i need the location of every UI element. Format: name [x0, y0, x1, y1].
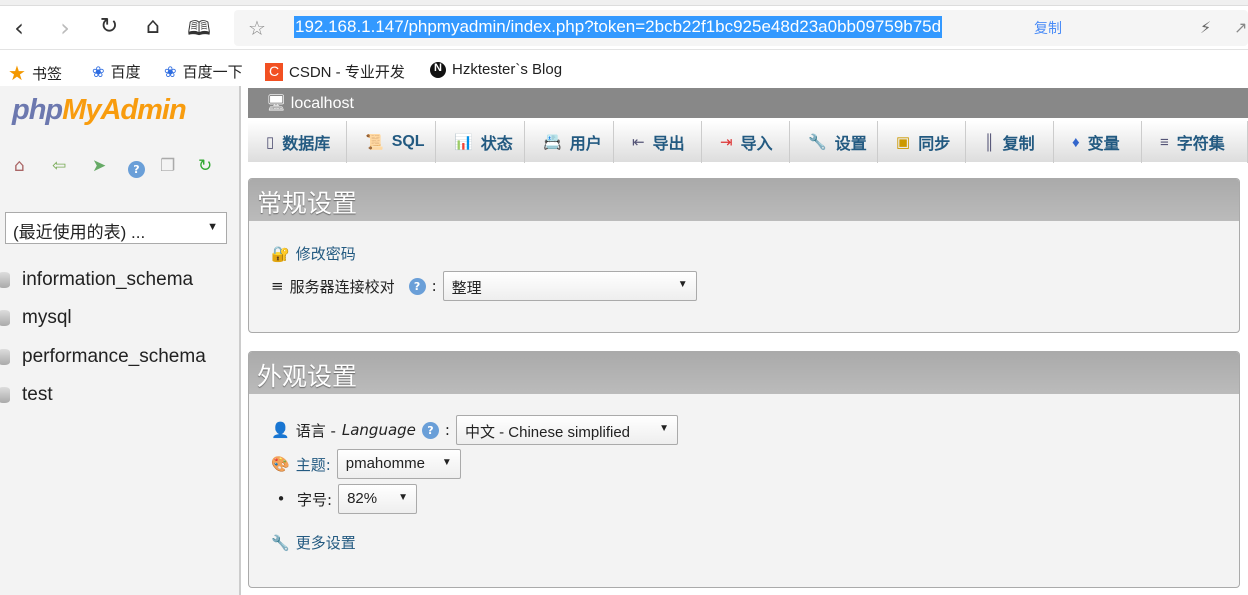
back-icon[interactable]: ‹	[4, 14, 34, 42]
navigation-sidebar: phpMyAdmin ⌂ ⇦ ➤ ? ❐ ↻ (最近使用的表) ... ▼ inf…	[0, 86, 241, 595]
more-settings-row: 🔧 更多设置	[271, 532, 356, 553]
replication-icon: ║	[984, 133, 995, 151]
tab-export[interactable]: ⇤ 导出	[614, 121, 702, 163]
star-icon: ★	[8, 63, 26, 85]
database-icon	[0, 349, 10, 365]
home-icon[interactable]: ⌂	[14, 156, 25, 176]
bookmark-item[interactable]: ★ 书签	[8, 61, 62, 86]
import-icon: ⇥	[720, 134, 733, 151]
server-breadcrumb: 🖥 localhost	[248, 88, 1248, 118]
recent-tables-select[interactable]: (最近使用的表) ... ▼	[5, 212, 227, 244]
general-settings-panel: 常规设置 🔐 修改密码 ≡ 服务器连接校对?: 整理 ▼	[248, 178, 1240, 333]
more-settings-link[interactable]: 更多设置	[296, 532, 356, 553]
change-password-row: 🔐 修改密码	[271, 243, 356, 264]
panel-title: 外观设置	[249, 352, 1239, 394]
tab-settings[interactable]: 🔧 设置	[790, 121, 878, 163]
database-icon: ▯	[266, 134, 275, 151]
wrench-icon: 🔧	[271, 533, 290, 552]
chevron-down-icon: ▼	[441, 457, 452, 468]
tab-sql[interactable]: 📜 SQL	[347, 121, 436, 163]
browser-toolbar: ‹ › ↻ ⌂ 🕮 ☆ 192.168.1.147/phpmyadmin/ind…	[0, 6, 1248, 50]
sql-icon: 📜	[365, 134, 384, 151]
password-icon: 🔐	[271, 244, 290, 263]
chevron-down-icon: ▼	[207, 221, 218, 233]
home-icon[interactable]: ⌂	[138, 14, 168, 39]
copy-url-button[interactable]: 复制	[1034, 18, 1062, 38]
help-icon[interactable]: ?	[421, 421, 439, 439]
collation-row: ≡ 服务器连接校对?: 整理 ▼	[271, 271, 697, 301]
tab-status[interactable]: 📊 状态	[436, 121, 525, 163]
collation-select[interactable]: 整理 ▼	[442, 271, 697, 301]
bookmarks-bar: ★ 书签 ❀ 百度 ❀ 百度一下 C CSDN - 专业开发 N Hzktester`s …	[0, 52, 1248, 86]
query-window-icon[interactable]: ➤	[92, 156, 106, 176]
font-size-row: • 字号: 82% ▼	[271, 484, 418, 514]
phpmyadmin-logo[interactable]: phpMyAdmin	[12, 94, 187, 127]
wrench-icon: 🔧	[808, 134, 827, 151]
bookmark-item[interactable]: ❀ 百度一下	[164, 61, 243, 82]
database-item[interactable]: performance_schema	[0, 346, 206, 368]
help-icon[interactable]: ?	[128, 158, 145, 178]
users-icon: 📇	[543, 134, 562, 151]
help-icon[interactable]: ?	[408, 277, 426, 295]
server-icon: 🖥	[266, 95, 291, 112]
tab-replication[interactable]: ║ 复制	[966, 121, 1054, 163]
change-password-link[interactable]: 修改密码	[296, 243, 356, 264]
chevron-down-icon: ▼	[398, 492, 409, 503]
url-text[interactable]: 192.168.1.147/phpmyadmin/index.php?token…	[294, 16, 943, 38]
bookmark-item[interactable]: N Hzktester`s Blog	[430, 61, 562, 78]
tab-charsets[interactable]: ≡ 字符集	[1142, 121, 1248, 163]
csdn-icon: C	[265, 62, 283, 81]
font-size-select[interactable]: 82% ▼	[338, 484, 418, 514]
forward-icon[interactable]: ›	[50, 14, 80, 42]
database-item[interactable]: information_schema	[0, 269, 193, 291]
reload-nav-icon[interactable]: ↻	[198, 156, 212, 176]
baidu-paw-icon: ❀	[92, 63, 105, 81]
language-icon: 👤	[271, 421, 290, 439]
lightning-icon[interactable]: ⚡	[1200, 18, 1211, 37]
language-select[interactable]: 中文 - Chinese simplified ▼	[455, 415, 678, 445]
database-icon	[0, 272, 10, 288]
baidu-paw-icon: ❀	[164, 63, 177, 81]
palette-icon: 🎨	[271, 455, 290, 473]
reload-icon[interactable]: ↻	[94, 14, 124, 39]
status-icon: 📊	[454, 134, 473, 151]
server-link[interactable]: localhost	[291, 95, 354, 112]
theme-select[interactable]: pmahomme ▼	[336, 449, 461, 479]
language-row: 👤 语言 - Language?: 中文 - Chinese simplified ▼	[271, 415, 678, 445]
database-icon	[0, 387, 10, 403]
tab-variables[interactable]: ♦ 变量	[1054, 121, 1142, 163]
list-icon: ≡	[271, 277, 284, 295]
theme-row: 🎨 主题: pmahomme ▼	[271, 449, 461, 479]
chevron-down-icon: ▼	[659, 423, 669, 434]
docs-icon[interactable]: ❐	[160, 156, 175, 176]
export-icon: ⇤	[632, 134, 645, 151]
charset-icon: ≡	[1160, 133, 1169, 151]
main-tabs: ▯ 数据库 📜 SQL 📊 状态 📇 用户 ⇤ 导出 ⇥ 导入 🔧 设置 ▣ 同步 ║ 复制 ♦ 变…	[248, 120, 1248, 163]
reading-mode-icon[interactable]: 🕮	[184, 14, 214, 48]
database-item[interactable]: mysql	[0, 307, 72, 329]
tab-databases[interactable]: ▯ 数据库	[248, 121, 347, 163]
sync-icon: ▣	[896, 134, 911, 151]
appearance-settings-panel: 外观设置 👤 语言 - Language?: 中文 - Chinese simpli…	[248, 351, 1240, 588]
tab-sync[interactable]: ▣ 同步	[878, 121, 966, 163]
bookmark-item[interactable]: ❀ 百度	[92, 61, 141, 82]
database-item[interactable]: test	[0, 384, 53, 406]
chevron-down-icon: ▼	[677, 279, 688, 290]
panel-title: 常规设置	[249, 179, 1239, 221]
variables-icon: ♦	[1072, 133, 1080, 151]
tab-import[interactable]: ⇥ 导入	[702, 121, 790, 163]
tab-users[interactable]: 📇 用户	[525, 121, 614, 163]
bookmark-item[interactable]: C CSDN - 专业开发	[265, 61, 405, 82]
n-logo-icon: N	[430, 61, 446, 78]
bullet-icon: •	[276, 490, 286, 508]
star-bookmark-icon[interactable]: ☆	[248, 16, 266, 40]
share-icon[interactable]: ↗	[1234, 18, 1247, 37]
logout-icon[interactable]: ⇦	[52, 156, 66, 176]
database-icon	[0, 310, 10, 326]
